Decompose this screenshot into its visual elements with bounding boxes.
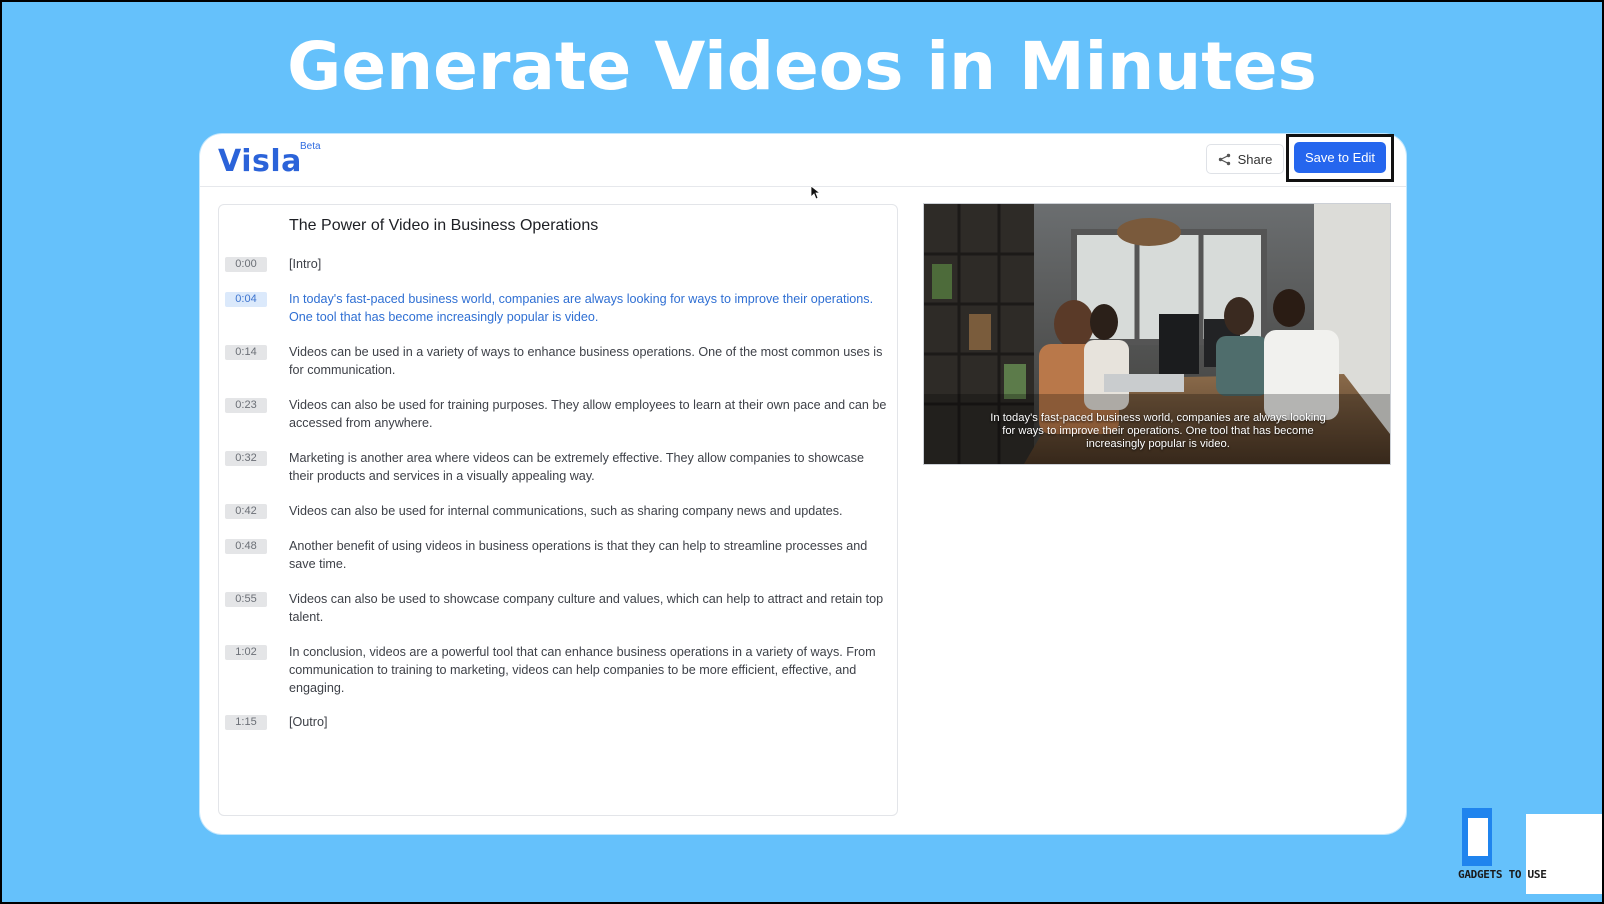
script-line-text[interactable]: [Outro] [289, 713, 887, 731]
slide-background: Generate Videos in Minutes Visla Beta Sh… [2, 2, 1602, 902]
watermark-white-block [1526, 814, 1602, 894]
script-panel: The Power of Video in Business Operation… [218, 204, 898, 816]
share-label: Share [1237, 151, 1273, 167]
headline: Generate Videos in Minutes [287, 28, 1317, 105]
timestamp-badge[interactable]: 0:14 [225, 345, 267, 360]
timestamp-badge[interactable]: 0:00 [225, 257, 267, 272]
mouse-cursor-icon [811, 186, 821, 200]
timestamp-badge[interactable]: 0:48 [225, 539, 267, 554]
timestamp-badge[interactable]: 0:32 [225, 451, 267, 466]
script-line-text[interactable]: Videos can also be used for training pur… [289, 396, 887, 432]
timestamp-badge[interactable]: 0:23 [225, 398, 267, 413]
share-icon [1218, 153, 1230, 165]
visla-logo[interactable]: Visla [218, 144, 302, 179]
timestamp-badge[interactable]: 0:55 [225, 592, 267, 607]
script-title: The Power of Video in Business Operation… [289, 217, 599, 234]
script-line-text[interactable]: In conclusion, videos are a powerful too… [289, 643, 887, 697]
script-line-text[interactable]: Another benefit of using videos in busin… [289, 537, 887, 573]
timestamp-badge[interactable]: 1:15 [225, 715, 267, 730]
watermark-text: GADGETS TO USE [1458, 868, 1547, 881]
beta-badge: Beta [300, 141, 321, 152]
script-line-text[interactable]: [Intro] [289, 255, 887, 273]
video-preview[interactable]: In today's fast-paced business world, co… [923, 203, 1391, 465]
video-caption: In today's fast-paced business world, co… [990, 412, 1326, 450]
timestamp-badge[interactable]: 0:42 [225, 504, 267, 519]
visla-app-window: Visla Beta Share Save to Edit The Power … [200, 134, 1406, 834]
watermark-logo-inner [1468, 818, 1488, 856]
script-line-text[interactable]: In today's fast-paced business world, co… [289, 290, 887, 326]
share-button[interactable]: Share [1206, 144, 1284, 174]
timestamp-badge[interactable]: 0:04 [225, 292, 267, 307]
script-line-text[interactable]: Marketing is another area where videos c… [289, 449, 887, 485]
script-line-text[interactable]: Videos can also be used for internal com… [289, 502, 887, 520]
timestamp-badge[interactable]: 1:02 [225, 645, 267, 660]
save-to-edit-button[interactable]: Save to Edit [1294, 142, 1386, 173]
script-line-text[interactable]: Videos can also be used to showcase comp… [289, 590, 887, 626]
app-header: Visla Beta Share Save to Edit [200, 134, 1406, 187]
script-line-text[interactable]: Videos can be used in a variety of ways … [289, 343, 887, 379]
